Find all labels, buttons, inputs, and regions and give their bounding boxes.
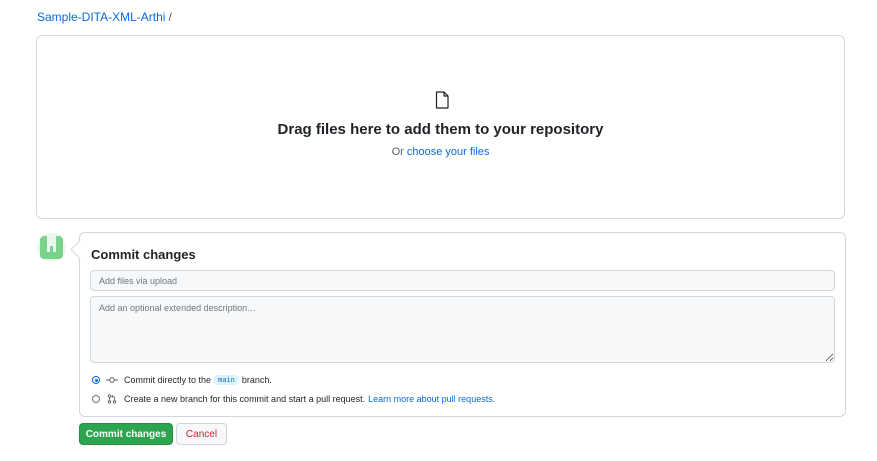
- commit-title: Commit changes: [91, 247, 196, 262]
- commit-description-textarea[interactable]: [90, 296, 835, 363]
- identicon-icon: [37, 233, 66, 262]
- commit-changes-panel: Commit changes Commit directly to the ma…: [79, 232, 846, 417]
- choose-files-link[interactable]: choose your files: [407, 146, 490, 158]
- avatar: [37, 233, 66, 262]
- file-icon: [435, 91, 449, 109]
- dropzone-prefix: Or: [391, 146, 404, 158]
- branch-name-badge: main: [214, 375, 239, 385]
- breadcrumb-separator: /: [168, 10, 172, 24]
- file-dropzone[interactable]: Drag files here to add them to your repo…: [36, 35, 845, 219]
- cancel-button[interactable]: Cancel: [176, 423, 227, 445]
- git-commit-icon: [106, 377, 118, 383]
- commit-direct-option[interactable]: Commit directly to the main branch.: [92, 374, 272, 386]
- commit-direct-radio[interactable]: [92, 376, 100, 384]
- dropzone-subtitle: Or choose your files: [37, 146, 844, 158]
- breadcrumb: Sample-DITA-XML-Arthi /: [37, 10, 172, 24]
- commit-changes-button[interactable]: Commit changes: [79, 423, 173, 445]
- commit-summary-input[interactable]: [90, 270, 835, 291]
- commit-direct-prefix: Commit directly to the: [124, 375, 212, 385]
- dropzone-title: Drag files here to add them to your repo…: [277, 121, 604, 138]
- git-pull-request-icon: [107, 394, 117, 404]
- new-branch-radio[interactable]: [92, 395, 100, 403]
- breadcrumb-repo-link[interactable]: Sample-DITA-XML-Arthi: [37, 10, 165, 24]
- new-branch-text: Create a new branch for this commit and …: [124, 394, 366, 404]
- commit-direct-suffix: branch.: [241, 375, 272, 385]
- new-branch-option[interactable]: Create a new branch for this commit and …: [92, 393, 495, 405]
- learn-more-pull-requests-link[interactable]: Learn more about pull requests.: [368, 394, 495, 404]
